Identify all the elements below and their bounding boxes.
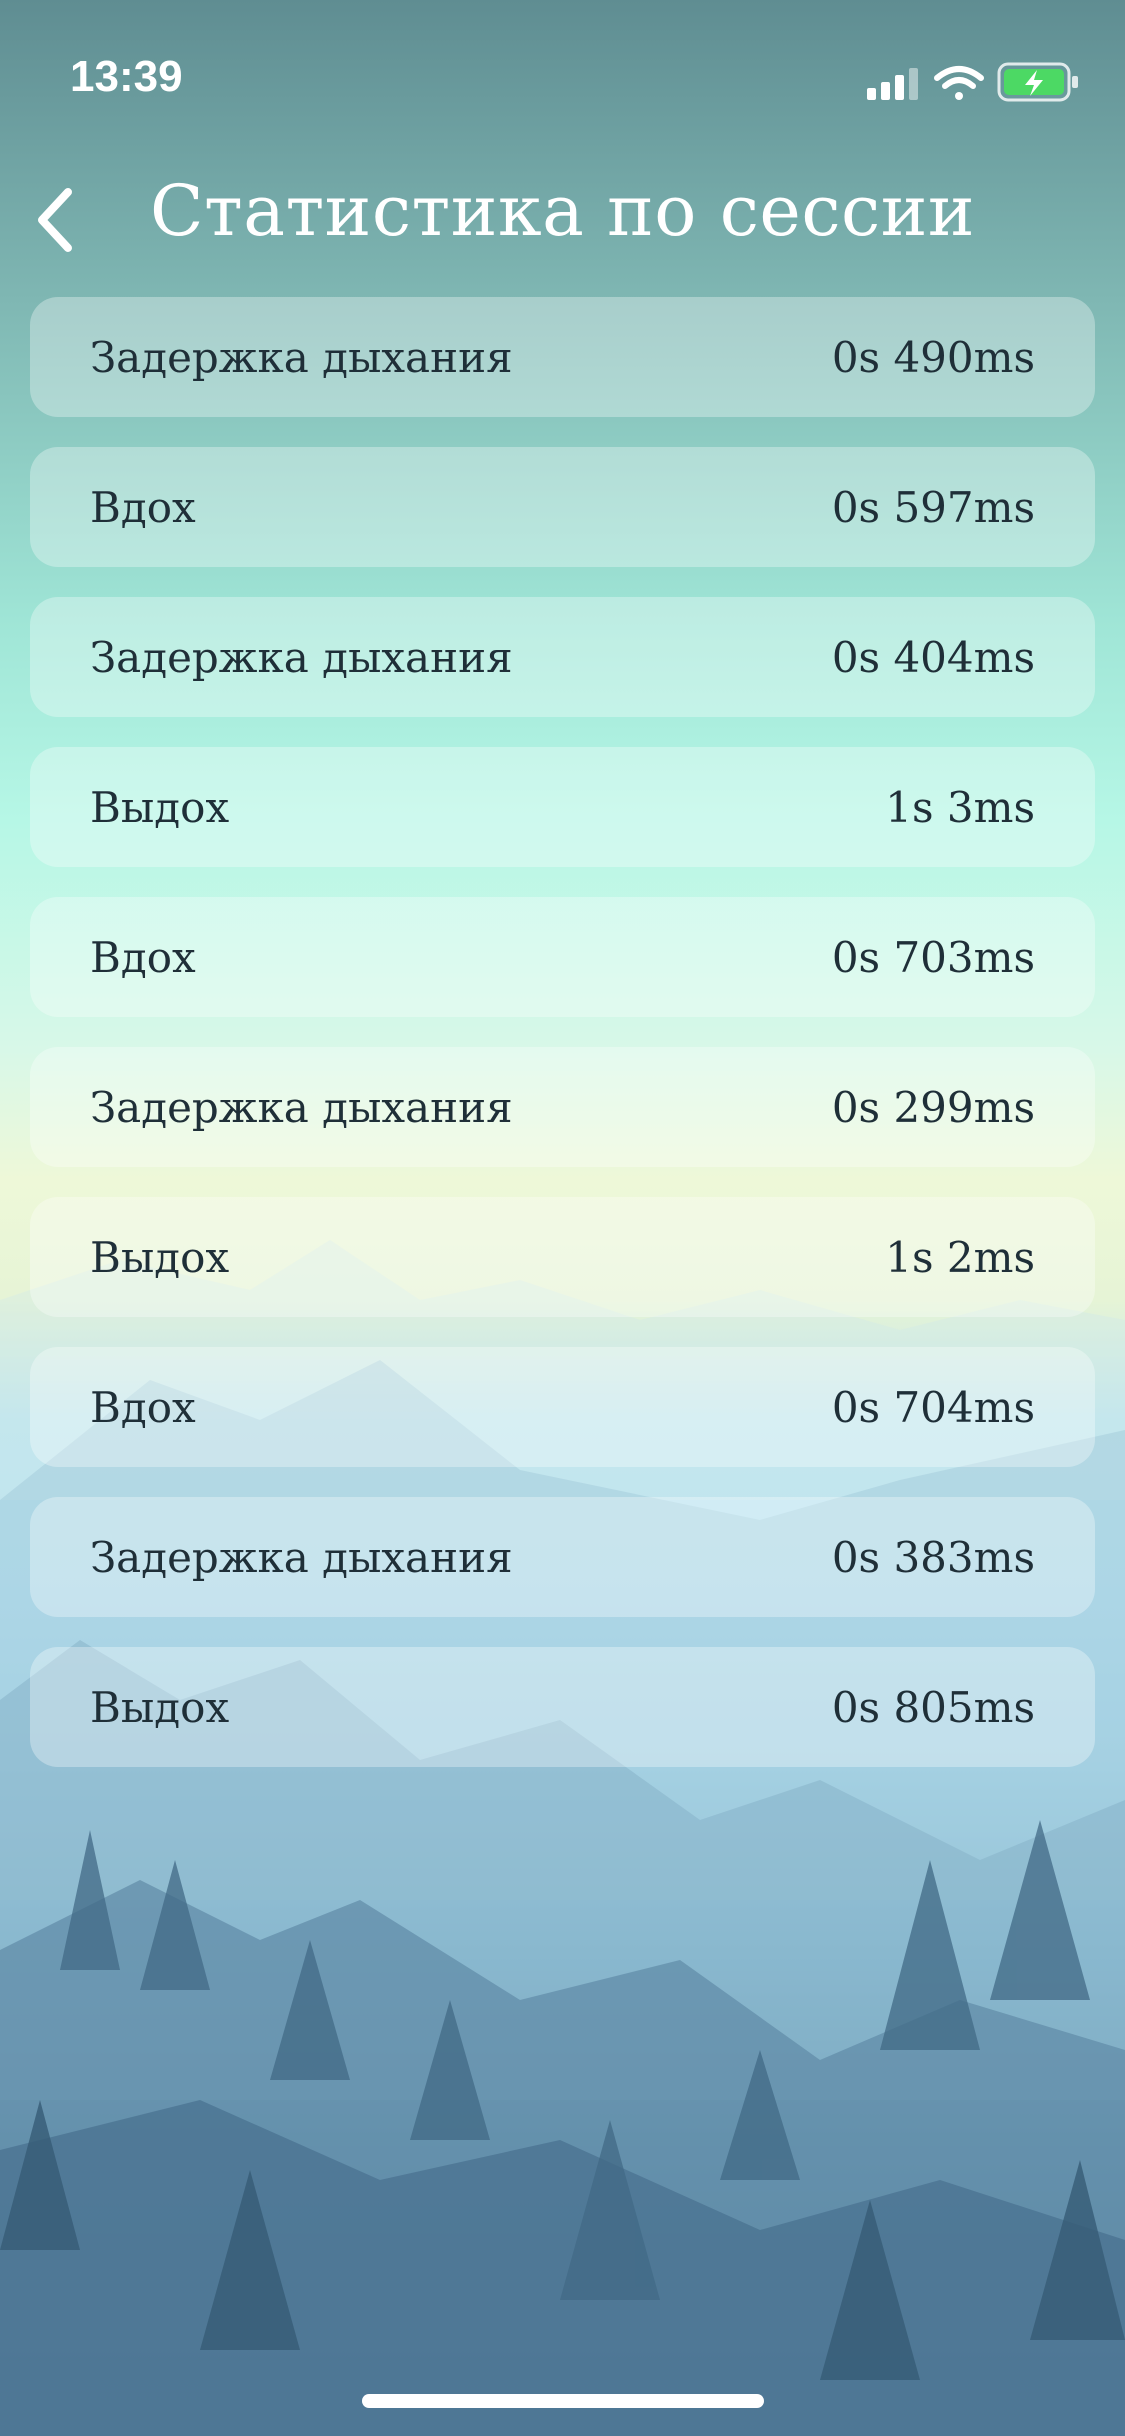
phase-duration: 0s 703ms — [831, 932, 1035, 982]
home-indicator[interactable] — [362, 2394, 764, 2408]
list-item: Задержка дыхания 0s 404ms — [30, 597, 1095, 717]
header: Статистика по сессии — [0, 150, 1125, 280]
list-item: Задержка дыхания 0s 490ms — [30, 297, 1095, 417]
status-icons — [867, 62, 1078, 102]
list-item: Задержка дыхания 0s 383ms — [30, 1497, 1095, 1617]
phase-label: Задержка дыхания — [90, 1532, 513, 1582]
list-item: Вдох 0s 703ms — [30, 897, 1095, 1017]
phase-duration: 0s 404ms — [831, 632, 1035, 682]
status-bar: 13:39 — [0, 0, 1125, 160]
phase-label: Выдох — [90, 782, 230, 832]
list-item: Выдох 1s 3ms — [30, 747, 1095, 867]
phase-duration: 0s 299ms — [831, 1082, 1035, 1132]
list-item: Задержка дыхания 0s 299ms — [30, 1047, 1095, 1167]
phase-label: Выдох — [90, 1682, 230, 1732]
phase-label: Задержка дыхания — [90, 632, 513, 682]
phase-duration: 0s 490ms — [831, 332, 1035, 382]
session-stats-list: Задержка дыхания 0s 490ms Вдох 0s 597ms … — [30, 297, 1095, 1797]
phase-label: Задержка дыхания — [90, 1082, 513, 1132]
battery-charging-icon — [997, 62, 1078, 102]
wifi-icon — [934, 66, 984, 100]
status-time: 13:39 — [70, 52, 183, 101]
phase-duration: 0s 383ms — [831, 1532, 1035, 1582]
phase-label: Вдох — [90, 1382, 196, 1432]
phase-duration: 1s 3ms — [885, 782, 1035, 832]
phase-label: Выдох — [90, 1232, 230, 1282]
phase-label: Задержка дыхания — [90, 332, 513, 382]
phase-duration: 0s 704ms — [831, 1382, 1035, 1432]
phase-label: Вдох — [90, 482, 196, 532]
phase-duration: 1s 2ms — [885, 1232, 1035, 1282]
list-item: Выдох 1s 2ms — [30, 1197, 1095, 1317]
list-item: Вдох 0s 704ms — [30, 1347, 1095, 1467]
list-item: Вдох 0s 597ms — [30, 447, 1095, 567]
phase-duration: 0s 805ms — [831, 1682, 1035, 1732]
phase-label: Вдох — [90, 932, 196, 982]
signal-icon — [867, 68, 918, 100]
page-title: Статистика по сессии — [149, 170, 976, 252]
list-item: Выдох 0s 805ms — [30, 1647, 1095, 1767]
phase-duration: 0s 597ms — [831, 482, 1035, 532]
